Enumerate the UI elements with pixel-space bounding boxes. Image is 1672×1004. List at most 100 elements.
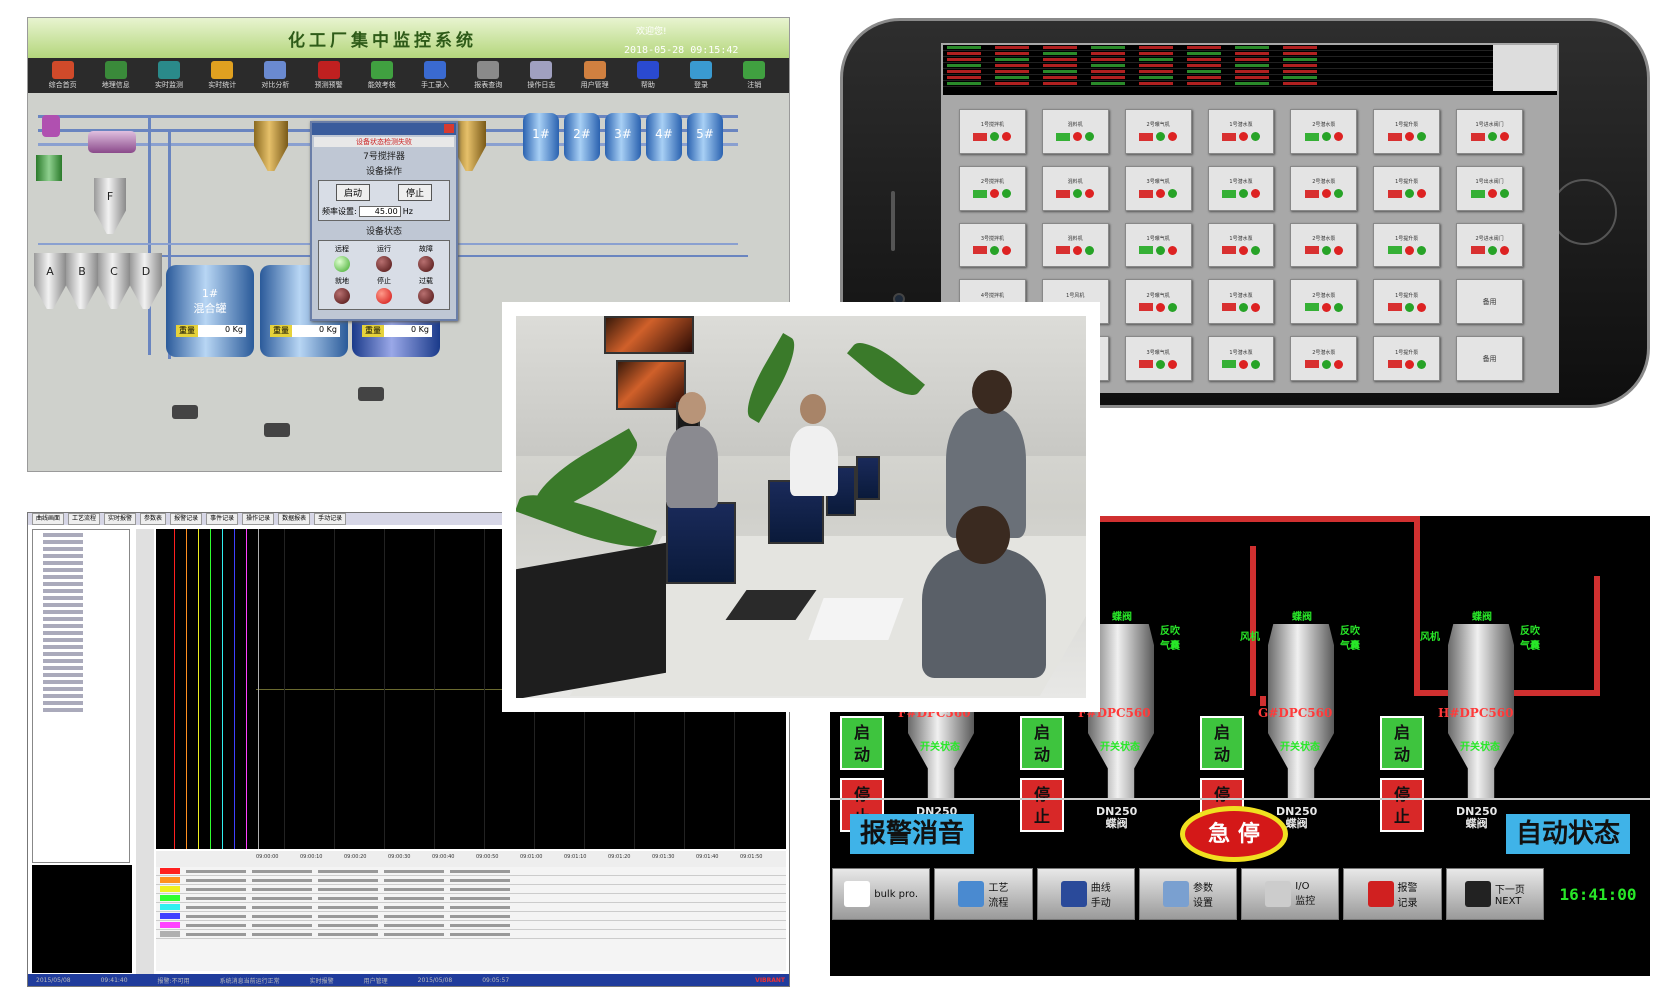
device-cell[interactable]: 混料机 xyxy=(1041,109,1109,154)
alarm-mute-button[interactable]: 报警消音 xyxy=(850,814,975,854)
tag-row[interactable] xyxy=(156,885,786,894)
device-name: 1号提升泵 xyxy=(1395,349,1419,356)
device-name: 1号潜水泵 xyxy=(1229,349,1253,356)
freq-input[interactable]: 45.00 xyxy=(358,206,401,217)
nav-button[interactable]: 工艺 流程 xyxy=(934,868,1033,920)
tag-row[interactable] xyxy=(156,930,786,939)
device-name: 备用 xyxy=(1482,354,1497,363)
trend-tab[interactable]: 事件记录 xyxy=(206,513,239,525)
device-name: 1号提升泵 xyxy=(1395,179,1419,186)
trend-tab[interactable]: 手动记录 xyxy=(314,513,347,525)
menu-item-label: 操作日志 xyxy=(527,81,556,89)
menu-item[interactable]: 对比分析 xyxy=(252,61,298,90)
device-cell[interactable]: 3号曝气机 xyxy=(1124,336,1192,381)
nav-button[interactable]: I/O 监控 xyxy=(1241,868,1340,920)
nav-button[interactable]: 曲线 手动 xyxy=(1036,868,1135,920)
device-name: 2号曝气机 xyxy=(1146,122,1170,129)
tag-row[interactable] xyxy=(156,894,786,903)
menu-item[interactable]: 综合首页 xyxy=(40,61,86,90)
nav-button[interactable]: 报警 记录 xyxy=(1343,868,1442,920)
menu-item[interactable]: 实时监测 xyxy=(146,61,192,90)
menu-item[interactable]: 帮助 xyxy=(625,61,671,90)
device-cell[interactable]: 1号潜水泵 xyxy=(1207,222,1275,268)
flower-icon xyxy=(370,61,393,79)
menu-item[interactable]: 操作日志 xyxy=(518,61,564,90)
start-button[interactable]: 启动 xyxy=(335,184,370,201)
tag-row[interactable] xyxy=(156,876,786,885)
emergency-stop-button[interactable]: 急 停 xyxy=(1180,806,1288,862)
menu-item[interactable]: 注销 xyxy=(731,61,777,90)
trend-tab[interactable]: 曲线画面 xyxy=(32,513,65,525)
valve-label: 蝶阀 xyxy=(1292,612,1312,623)
device-cell[interactable]: 混料机 xyxy=(1041,165,1109,211)
start-button[interactable]: 启 动 xyxy=(1200,716,1244,770)
device-cell[interactable]: 备用 xyxy=(1456,279,1523,325)
trend-tab[interactable]: 数据报表 xyxy=(278,513,311,525)
menu-item[interactable]: 手工录入 xyxy=(412,61,458,90)
menu-item[interactable]: 预测预警 xyxy=(306,61,352,90)
nav-button[interactable]: 参数 设置 xyxy=(1138,868,1238,920)
device-cell[interactable]: 1号提升泵 xyxy=(1373,222,1441,268)
device-cell[interactable]: 1号曝气机 xyxy=(1124,222,1192,268)
menu-item[interactable]: 能效考核 xyxy=(359,61,405,90)
unit-model: H#DPC560 xyxy=(1438,706,1514,720)
device-cell[interactable]: 2号潜水泵 xyxy=(1290,336,1358,381)
device-cell[interactable]: 1号出水阀门 xyxy=(1456,165,1523,211)
device-cell[interactable]: 3号搅拌机 xyxy=(959,222,1026,268)
device-cell[interactable]: 1号搅拌机 xyxy=(959,109,1026,154)
storage-tank: 5# xyxy=(687,113,723,161)
device-cell[interactable]: 2号进水阀门 xyxy=(1456,222,1523,268)
device-cell[interactable]: 3号曝气机 xyxy=(1124,165,1192,211)
device-cell[interactable]: 2号曝气机 xyxy=(1124,279,1192,325)
trend-tab[interactable]: 报警记录 xyxy=(170,513,203,525)
hmi-control-bar: 报警消音 急 停 自动状态 xyxy=(830,798,1650,864)
device-cell[interactable]: 备用 xyxy=(1456,336,1523,381)
device-cell[interactable]: 2号潜水泵 xyxy=(1290,222,1358,268)
tag-row[interactable] xyxy=(156,903,786,912)
menu-item[interactable]: 地理信息 xyxy=(93,61,139,90)
device-cell[interactable]: 1号潜水泵 xyxy=(1207,336,1275,381)
trend-tab[interactable]: 参数表 xyxy=(140,513,167,525)
device-cell[interactable]: 混料机 xyxy=(1041,222,1109,268)
menu-item[interactable]: 用户管理 xyxy=(572,61,618,90)
device-cell[interactable]: 1号潜水泵 xyxy=(1207,165,1275,211)
device-cell[interactable]: 1号提升泵 xyxy=(1373,165,1441,211)
nav-button[interactable]: bulk pro. xyxy=(832,868,931,920)
trend-tab[interactable]: 工艺流程 xyxy=(68,513,101,525)
device-cell[interactable]: 1号提升泵 xyxy=(1373,336,1441,381)
nav-button[interactable]: 下一页 NEXT xyxy=(1445,868,1544,920)
tag-row[interactable] xyxy=(156,912,786,921)
tag-row[interactable] xyxy=(156,921,786,930)
trend-tab[interactable]: 操作记录 xyxy=(242,513,275,525)
nav-label: bulk pro. xyxy=(874,888,919,900)
device-name: 3号曝气机 xyxy=(1146,179,1170,186)
status-lamp-icon xyxy=(418,256,434,272)
device-cell[interactable]: 1号提升泵 xyxy=(1373,279,1441,325)
device-cell[interactable]: 1号潜水泵 xyxy=(1207,109,1275,154)
device-cell[interactable]: 1号潜水泵 xyxy=(1207,279,1275,325)
start-button[interactable]: 启 动 xyxy=(1380,716,1424,770)
device-cell[interactable]: 2号曝气机 xyxy=(1124,109,1192,154)
device-cell[interactable]: 2号潜水泵 xyxy=(1290,109,1358,154)
alarm-row[interactable] xyxy=(943,81,1557,87)
control-room-photo xyxy=(502,302,1100,712)
tag-row[interactable] xyxy=(156,867,786,876)
device-cell[interactable]: 2号潜水泵 xyxy=(1290,279,1358,325)
menu-item[interactable]: 报表查询 xyxy=(465,61,511,90)
menu-item[interactable]: 登录 xyxy=(678,61,724,90)
device-cell[interactable]: 1号提升泵 xyxy=(1373,109,1441,154)
home-button[interactable] xyxy=(1551,179,1617,245)
device-cell[interactable]: 1号进水阀门 xyxy=(1456,109,1523,154)
trend-tab[interactable]: 实时报警 xyxy=(104,513,137,525)
device-name: 1号进水阀门 xyxy=(1475,122,1504,129)
device-cell[interactable]: 2号搅拌机 xyxy=(959,165,1026,211)
stop-button[interactable]: 停止 xyxy=(397,184,432,201)
tank-weight: 重量 0 Kg xyxy=(362,325,432,337)
globe-icon xyxy=(104,61,127,79)
device-name: 1号出水阀门 xyxy=(1475,179,1504,186)
close-icon[interactable] xyxy=(444,124,454,133)
device-cell[interactable]: 2号潜水泵 xyxy=(1290,165,1358,211)
menu-item[interactable]: 实时统计 xyxy=(199,61,245,90)
start-button[interactable]: 启 动 xyxy=(1020,716,1064,770)
start-button[interactable]: 启 动 xyxy=(840,716,884,770)
